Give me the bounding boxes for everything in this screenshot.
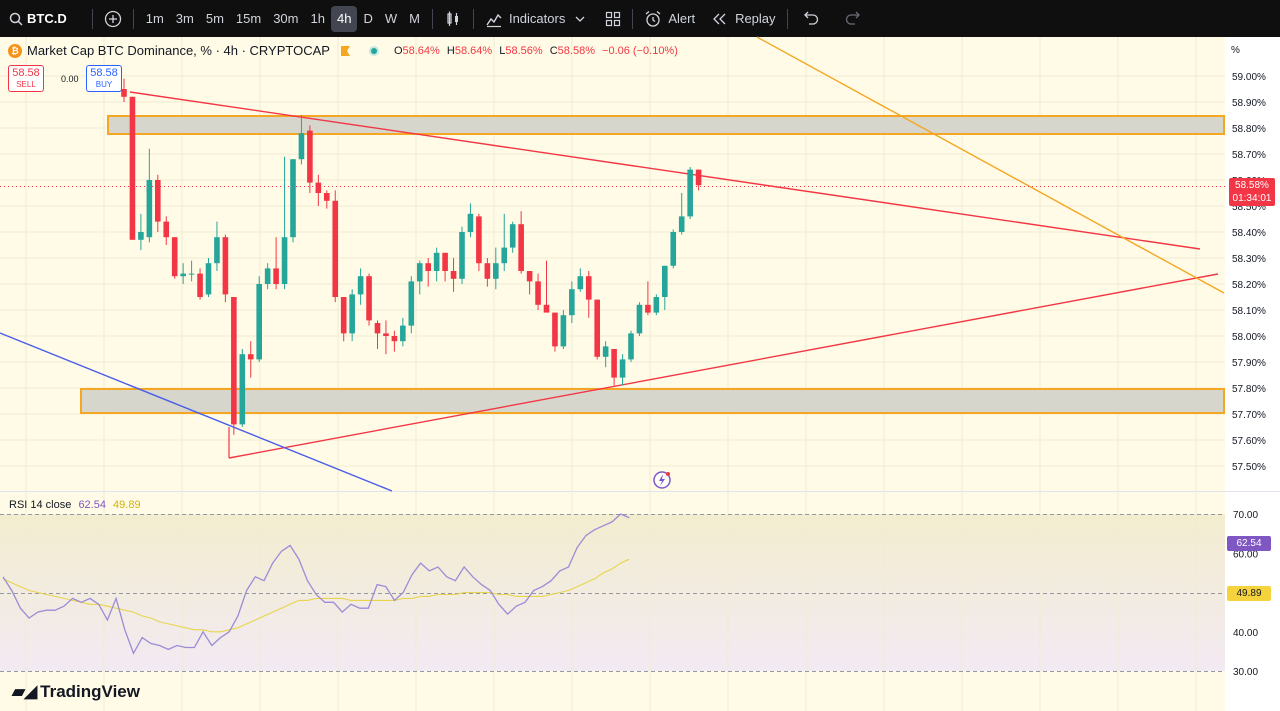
- candle: [552, 312, 558, 352]
- rsi-tick-label: 40.00: [1233, 628, 1258, 639]
- tradingview-mark-icon: ▰◢: [12, 682, 37, 701]
- chart-canvas[interactable]: 59.00%58.90%58.80%58.70%58.60%58.50%58.4…: [0, 0, 1280, 711]
- resistance-zone[interactable]: [107, 115, 1225, 135]
- open-value: 58.64%: [402, 44, 440, 57]
- spread-value: 0.00: [61, 74, 79, 84]
- price-tick-label: 58.40%: [1232, 228, 1266, 239]
- candle: [670, 229, 677, 269]
- price-tick-label: 58.00%: [1232, 332, 1266, 343]
- market-status-icon: [368, 45, 379, 56]
- sell-button[interactable]: 58.58 SELL: [8, 65, 44, 92]
- candle: [653, 294, 660, 316]
- buy-price: 58.58: [90, 67, 118, 79]
- price-tick-label: 57.60%: [1232, 436, 1266, 447]
- close-value: 58.58%: [557, 44, 595, 57]
- brand-name: TradingView: [40, 682, 140, 701]
- candle: [687, 167, 693, 219]
- high-value: 58.64%: [454, 44, 493, 57]
- open-label: O: [393, 44, 403, 57]
- buy-button[interactable]: 58.58 BUY: [86, 65, 122, 92]
- candle: [459, 226, 465, 284]
- rsi-axis-background: [1225, 492, 1280, 711]
- current-price-label: 58.58% 01:34:01: [1229, 178, 1275, 206]
- event-dot: [666, 472, 670, 476]
- series-legend: ₿ Market Cap BTC Dominance, % · 4h · CRY…: [8, 43, 682, 58]
- candle: [636, 302, 643, 336]
- sell-price: 58.58: [12, 67, 40, 79]
- rsi-value-label: 62.54: [1227, 536, 1271, 551]
- bitcoin-icon: ₿: [8, 43, 22, 58]
- rsi-legend: RSI 14 close 62.54 49.89: [9, 499, 141, 511]
- bookmark-icon[interactable]: [338, 44, 354, 58]
- price-tick-label: 58.30%: [1232, 254, 1266, 265]
- candle: [594, 299, 600, 360]
- price-tick-label: 58.10%: [1232, 306, 1266, 317]
- candle: [476, 213, 482, 271]
- series-title[interactable]: Market Cap BTC Dominance, % · 4h · CRYPT…: [27, 43, 330, 58]
- candle: [256, 276, 262, 362]
- candle: [222, 234, 229, 303]
- price-pane-background: [0, 37, 1225, 491]
- candle: [560, 310, 567, 349]
- candle: [129, 96, 136, 240]
- price-tick-label: 58.90%: [1232, 98, 1266, 109]
- price-tick-label: 58.20%: [1232, 280, 1266, 291]
- current-price: 58.58%: [1235, 180, 1269, 191]
- tradingview-logo[interactable]: ▰◢ TradingView: [12, 682, 140, 702]
- bar-countdown: 01:34:01: [1232, 193, 1272, 204]
- candle: [408, 276, 415, 334]
- change-value: −0.06 (−0.10%): [602, 44, 678, 57]
- candle: [366, 273, 372, 326]
- price-tick-label: 57.90%: [1232, 358, 1266, 369]
- price-tick-label: 58.80%: [1232, 124, 1266, 135]
- rsi-legend-value: 62.54: [78, 499, 106, 511]
- candle: [290, 159, 296, 243]
- candle: [171, 237, 178, 279]
- candle: [332, 190, 339, 303]
- candle: [628, 330, 634, 362]
- rsi-tick-label: 30.00: [1233, 667, 1258, 678]
- high-label: H: [446, 44, 455, 57]
- price-tick-label: 57.50%: [1232, 462, 1266, 473]
- support-zone[interactable]: [80, 388, 1225, 414]
- low-value: 58.56%: [505, 44, 543, 57]
- candle: [205, 258, 212, 297]
- close-label: C: [549, 44, 558, 57]
- rsi-ma-value-label: 49.89: [1227, 586, 1271, 601]
- price-tick-label: 59.00%: [1232, 72, 1266, 83]
- rsi-tick-label: 70.00: [1233, 510, 1258, 521]
- rsi-title[interactable]: RSI 14 close: [9, 499, 71, 511]
- buy-label: BUY: [95, 80, 113, 89]
- price-tick-label: 57.70%: [1232, 410, 1266, 421]
- ohlc-values: O58.64% H58.64% L58.56% C58.58% −0.06 (−…: [394, 45, 682, 57]
- sell-label: SELL: [16, 80, 36, 89]
- candle: [231, 297, 237, 435]
- price-tick-label: 57.80%: [1232, 384, 1266, 395]
- rsi-ma-legend-value: 49.89: [113, 499, 141, 511]
- price-unit-label: %: [1231, 45, 1240, 56]
- price-tick-label: 58.70%: [1232, 150, 1266, 161]
- candle: [239, 349, 246, 427]
